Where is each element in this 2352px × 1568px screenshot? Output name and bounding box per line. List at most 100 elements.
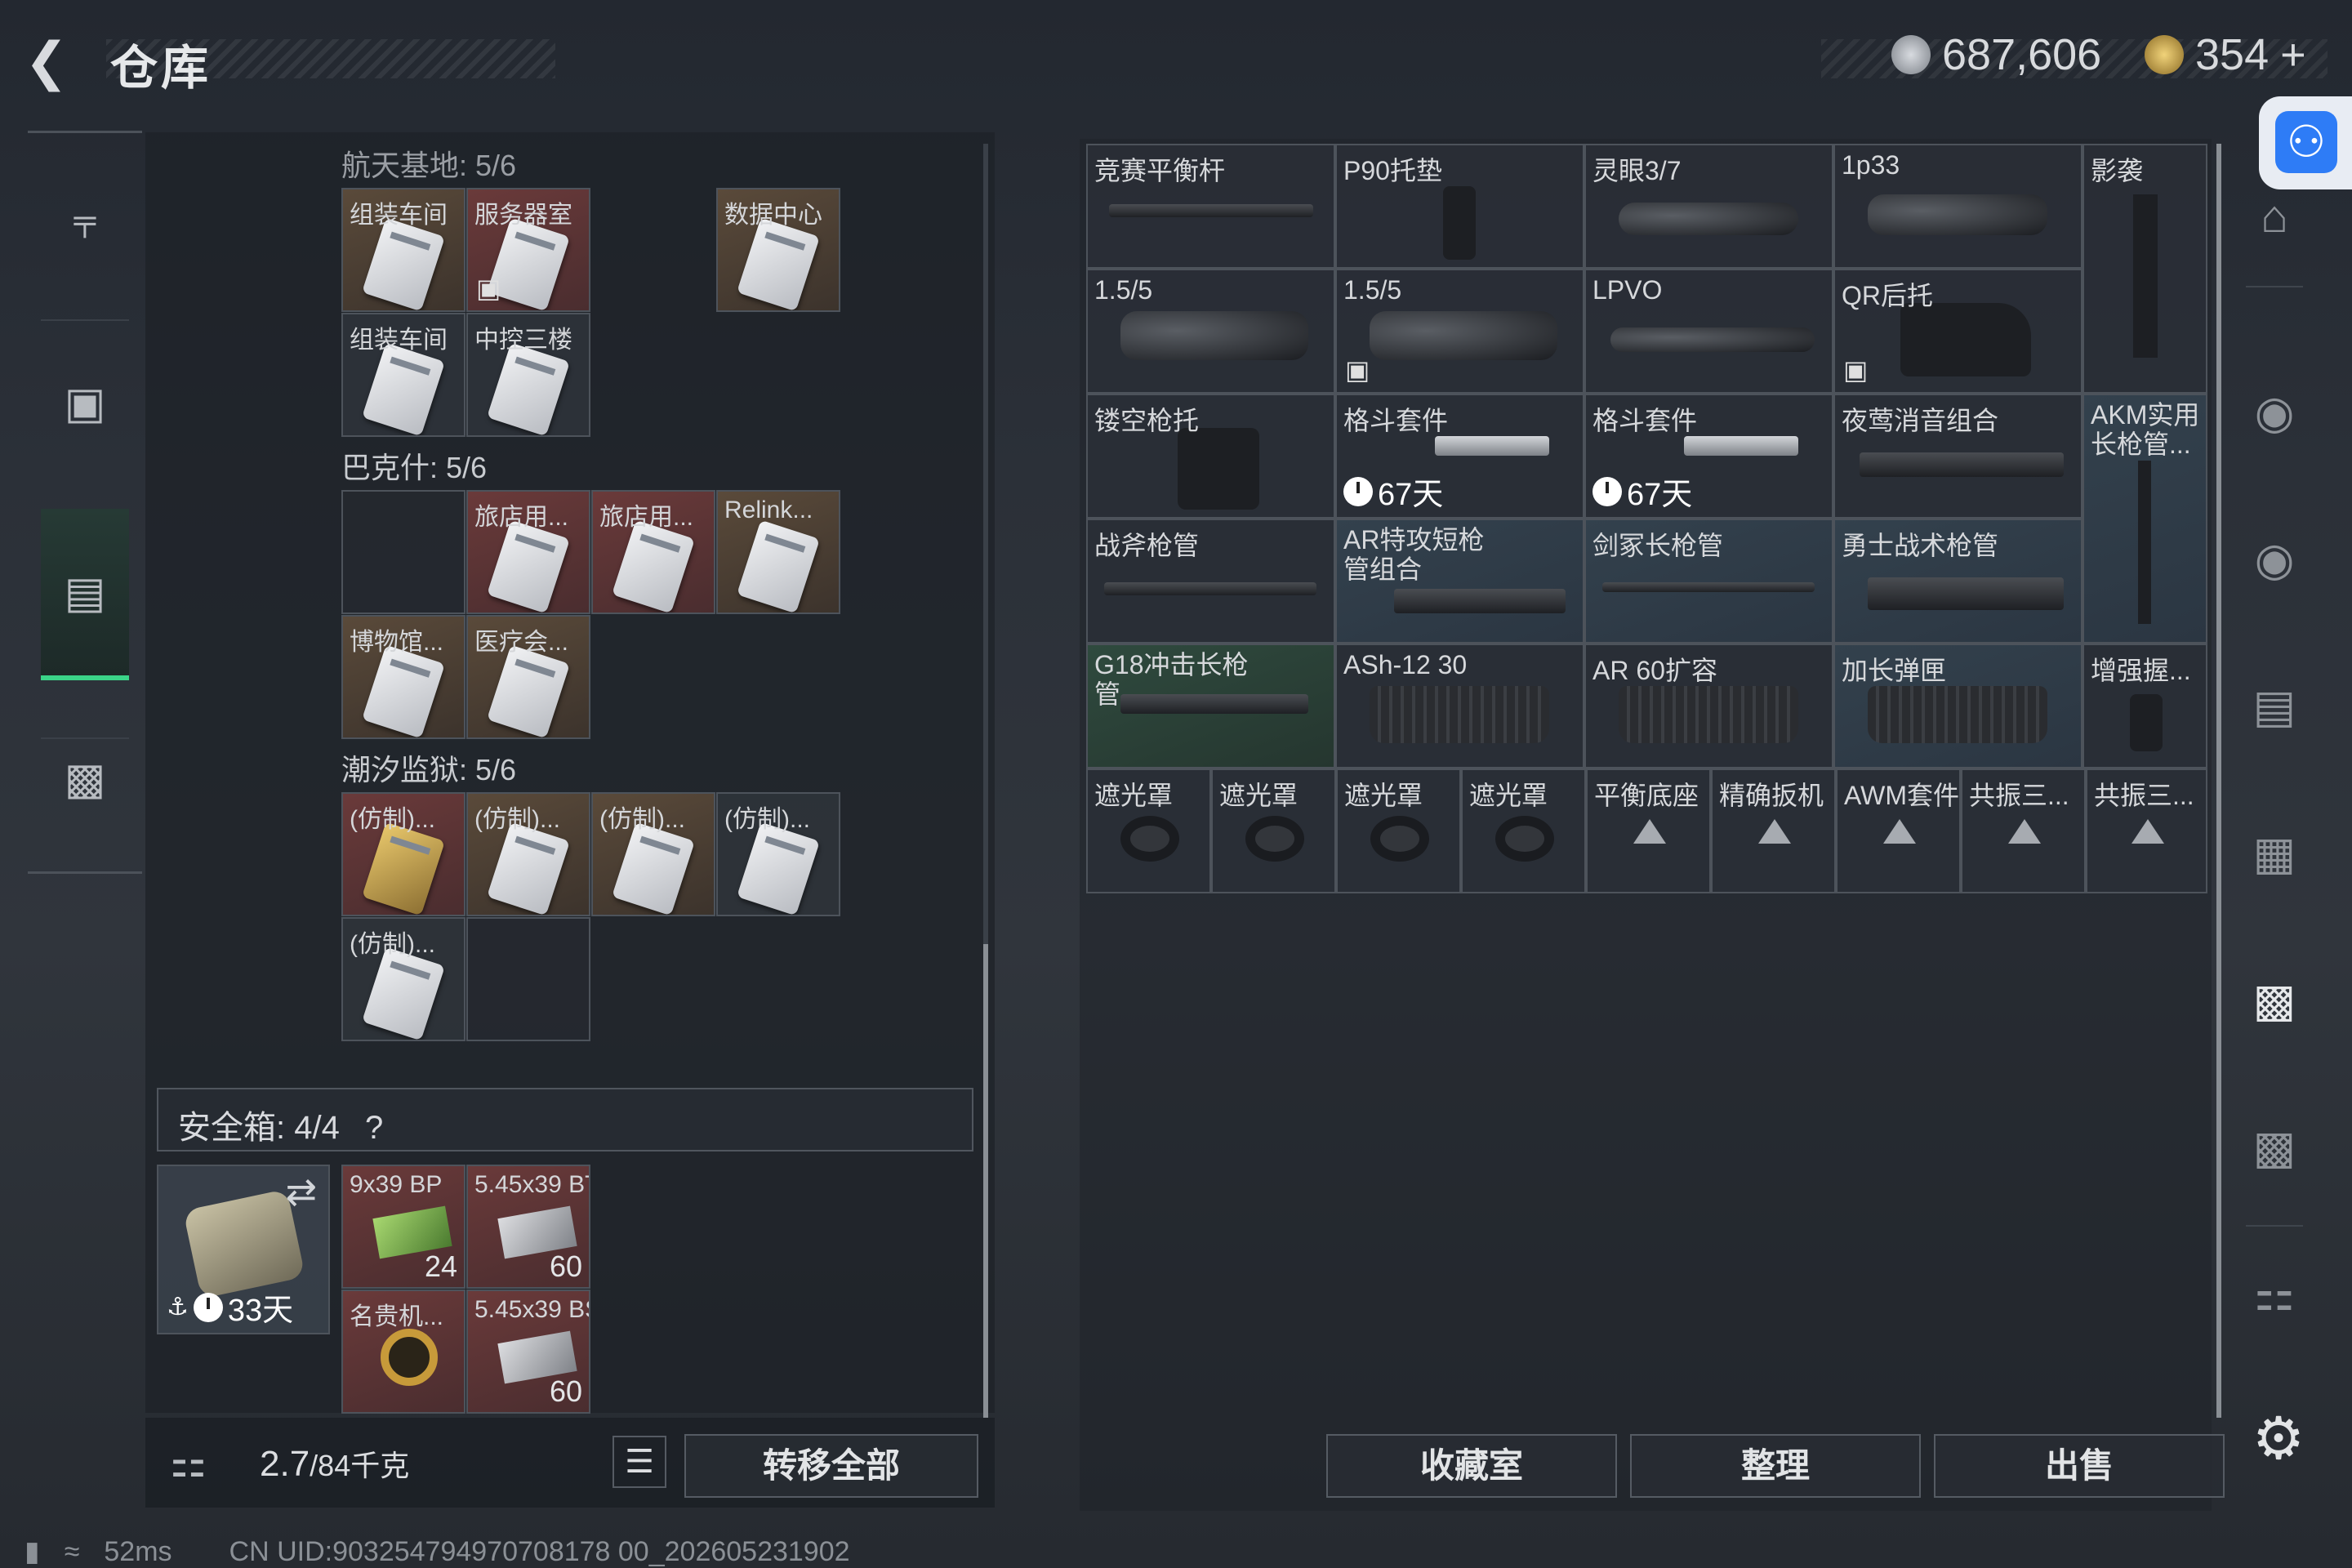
- item-scope[interactable]: 1.5/5: [1086, 269, 1335, 394]
- add-currency-button[interactable]: +: [2280, 29, 2306, 80]
- key-card[interactable]: 医疗会...: [466, 615, 590, 739]
- list-icon[interactable]: ☰: [612, 1436, 666, 1488]
- barrel-icon: [1868, 577, 2064, 610]
- helmet-tier4-icon[interactable]: ◉: [2238, 376, 2311, 449]
- divider: [2246, 1225, 2303, 1227]
- key-card[interactable]: 中控三楼: [466, 313, 590, 437]
- item-resonance[interactable]: 共振三...: [2086, 768, 2207, 893]
- key-card[interactable]: 旅店用...: [466, 490, 590, 614]
- transfer-all-button[interactable]: 转移全部: [684, 1434, 978, 1498]
- item-combat-kit[interactable]: 格斗套件 67天: [1335, 394, 1584, 519]
- empty-slot: [341, 490, 466, 614]
- item-sunshade[interactable]: 遮光罩: [1461, 768, 1586, 893]
- no-split-icon: ▣: [1345, 355, 1370, 385]
- item-sunshade[interactable]: 遮光罩: [1086, 768, 1211, 893]
- keycard-icon: [737, 519, 820, 612]
- ammo-slot[interactable]: 9x39 BP 24: [341, 1165, 466, 1289]
- swap-icon[interactable]: ⇄: [285, 1169, 317, 1214]
- key-card[interactable]: (仿制)...: [341, 917, 466, 1041]
- help-button[interactable]: ?: [365, 1110, 383, 1146]
- key-card[interactable]: 服务器室 ▣: [466, 188, 590, 312]
- magazine-icon: [1868, 686, 2047, 743]
- valuable-slot[interactable]: 名贵机...: [341, 1290, 466, 1414]
- item-akm-barrel[interactable]: AKM实用长枪管...: [2082, 394, 2207, 644]
- keycard-icon: [737, 217, 820, 310]
- weight-lock-icon: ⚏: [170, 1440, 207, 1486]
- grip-icon: [2130, 694, 2163, 751]
- stock-icon: [1178, 428, 1259, 510]
- settings-gear-icon[interactable]: ⚙: [2246, 1406, 2311, 1472]
- currency-gold[interactable]: 354 +: [2145, 29, 2306, 80]
- left-scrollbar[interactable]: [983, 944, 988, 1418]
- item-precision-trigger[interactable]: 精确扳机: [1711, 768, 1836, 893]
- section-title-tidal-prison: 潮汐监狱: 5/6: [341, 753, 517, 786]
- rig-icon[interactable]: ▦: [2238, 817, 2311, 890]
- key-card[interactable]: (仿制)...: [466, 792, 590, 916]
- item-stock[interactable]: 影袭: [2082, 144, 2207, 394]
- item-sunshade[interactable]: 遮光罩: [1211, 768, 1336, 893]
- item-g18-barrel[interactable]: G18冲击长枪管: [1086, 644, 1335, 768]
- clock-icon: [1592, 476, 1622, 506]
- key-card[interactable]: Relink...: [716, 490, 840, 614]
- collection-button[interactable]: 收藏室: [1326, 1434, 1617, 1498]
- ammo-slot[interactable]: 5.45x39 BS 60: [466, 1290, 590, 1414]
- item-barrel[interactable]: 战斧枪管: [1086, 519, 1335, 644]
- key-card[interactable]: (仿制)...: [716, 792, 840, 916]
- keycard-icon: [362, 342, 445, 435]
- key-card[interactable]: 组装车间: [341, 313, 466, 437]
- item-resonance[interactable]: 共振三...: [1961, 768, 2086, 893]
- sort-button[interactable]: 整理: [1630, 1434, 1921, 1498]
- item-lpvo[interactable]: LPVO: [1584, 269, 1833, 394]
- key-card[interactable]: 博物馆...: [341, 615, 466, 739]
- armor-tier4-icon[interactable]: ◉: [2238, 523, 2311, 596]
- ammo-slot[interactable]: 5.45x39 BT 60: [466, 1165, 590, 1289]
- item-awm-kit[interactable]: AWM套件: [1836, 768, 1961, 893]
- item-long-barrel[interactable]: 剑冢长枪管: [1584, 519, 1833, 644]
- item-magazine[interactable]: 加长弹匣: [1833, 644, 2082, 768]
- item-suppressor-combo[interactable]: 夜莺消音组合: [1833, 394, 2082, 519]
- item-balance-rod[interactable]: 竞赛平衡杆: [1086, 144, 1335, 269]
- home-icon[interactable]: ⌂: [2238, 180, 2311, 253]
- item-scope[interactable]: 1p33: [1833, 144, 2082, 269]
- item-hollow-stock[interactable]: 镂空枪托: [1086, 394, 1335, 519]
- accessibility-button[interactable]: ⚇: [2259, 96, 2352, 189]
- item-magazine[interactable]: AR 60扩容: [1584, 644, 1833, 768]
- backpack-icon[interactable]: ▣: [41, 362, 129, 443]
- keycard-icon: [737, 822, 820, 915]
- key-card[interactable]: (仿制)...: [341, 792, 466, 916]
- item-sunshade[interactable]: 遮光罩: [1336, 768, 1461, 893]
- key-card[interactable]: 数据中心: [716, 188, 840, 312]
- key-card[interactable]: 旅店用...: [591, 490, 715, 614]
- gear-tier3-icon[interactable]: ▩: [2238, 1111, 2311, 1184]
- key-card[interactable]: 组装车间: [341, 188, 466, 312]
- item-scope[interactable]: 1.5/5 ▣: [1335, 269, 1584, 394]
- keycard-icon: [487, 342, 570, 435]
- safe-box-header: 安全箱: 4/4 ?: [157, 1088, 973, 1152]
- item-p90-pad[interactable]: P90托垫: [1335, 144, 1584, 269]
- briefcase-icon[interactable]: ▩: [41, 737, 129, 819]
- item-scope[interactable]: 灵眼3/7: [1584, 144, 1833, 269]
- lock-icon[interactable]: ⚏: [2238, 1258, 2311, 1331]
- item-tactical-barrel[interactable]: 勇士战术枪管: [1833, 519, 2082, 644]
- sunshade-icon: [1245, 816, 1304, 862]
- sell-button[interactable]: 出售: [1934, 1434, 2225, 1498]
- item-grip[interactable]: 增强握...: [2082, 644, 2207, 768]
- wifi-icon: ≈: [64, 1535, 80, 1567]
- weapon-parts-icon[interactable]: ▩: [2238, 964, 2311, 1037]
- item-magazine[interactable]: ASh-12 30: [1335, 644, 1584, 768]
- back-arrow-icon[interactable]: ❮: [24, 33, 82, 90]
- item-balance-base[interactable]: 平衡底座: [1586, 768, 1711, 893]
- left-sidebar: ⫧ ▣ ▤ ▩: [28, 131, 142, 874]
- safe-box-label: 安全箱: 4/4: [178, 1110, 340, 1146]
- key-card[interactable]: (仿制)...: [591, 792, 715, 916]
- storage-icon[interactable]: ▤: [41, 509, 129, 680]
- clock-icon: [1343, 476, 1373, 506]
- gun-icon[interactable]: ⫧: [41, 182, 129, 264]
- item-qr-stock[interactable]: QR后托 ▣: [1833, 269, 2082, 394]
- keycard-icon: [612, 519, 695, 612]
- item-combat-kit[interactable]: 格斗套件 67天: [1584, 394, 1833, 519]
- item-barrel-combo[interactable]: AR特攻短枪管组合: [1335, 519, 1584, 644]
- sunshade-icon: [1495, 816, 1554, 862]
- safe-box[interactable]: ⇄ ⚓ 33天: [157, 1165, 330, 1334]
- backpack-tier3-icon[interactable]: ▤: [2238, 670, 2311, 743]
